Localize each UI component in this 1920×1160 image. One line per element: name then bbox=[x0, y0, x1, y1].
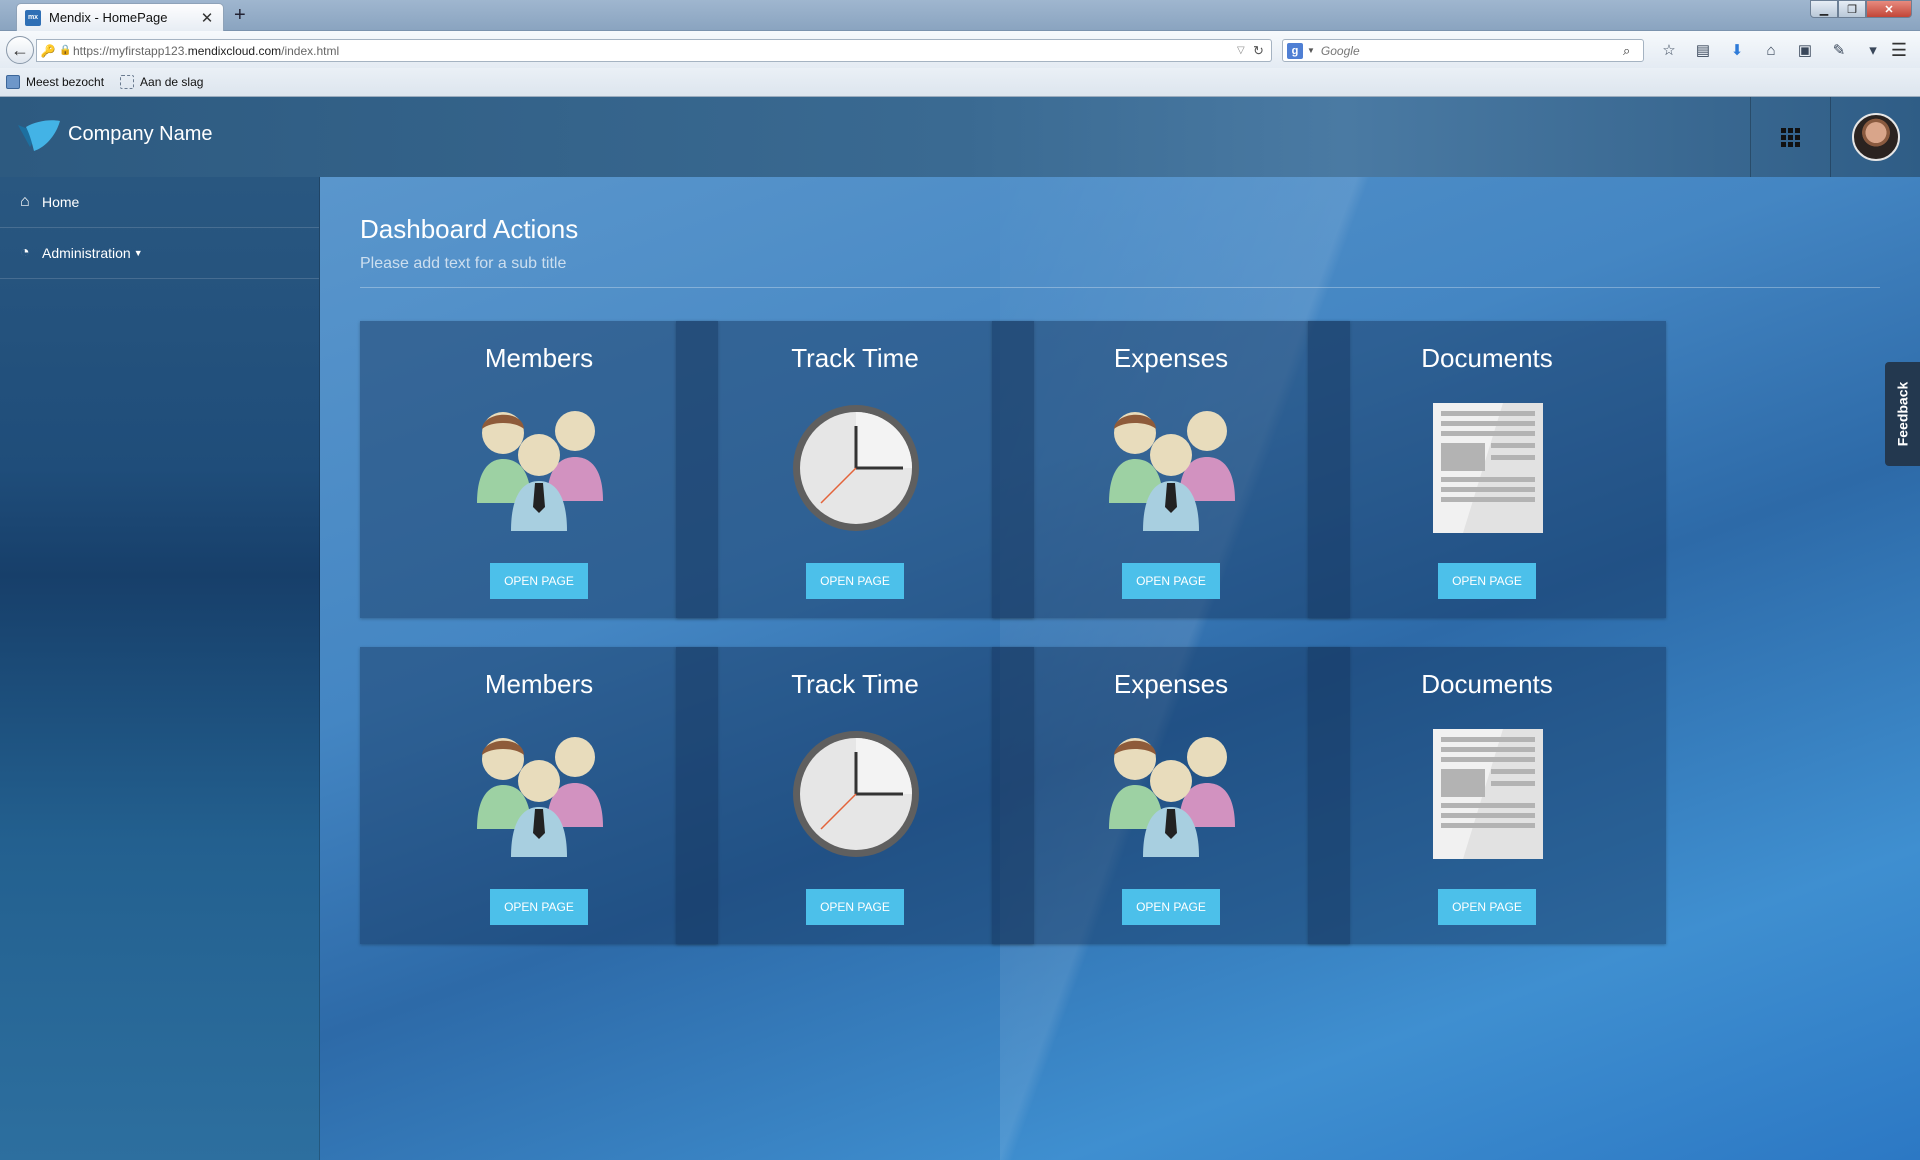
page-subtitle: Please add text for a sub title bbox=[360, 255, 567, 272]
new-tab-button[interactable]: + bbox=[234, 4, 246, 27]
browser-tab[interactable]: mx Mendix - HomePage ✕ bbox=[16, 3, 224, 31]
sidebar-item-label: Home bbox=[42, 194, 80, 210]
search-bar[interactable]: g ▼ Google ⌕ bbox=[1282, 39, 1644, 62]
open-page-button[interactable]: OPEN PAGE bbox=[1438, 563, 1536, 599]
card-title: Track Time bbox=[791, 343, 919, 373]
open-page-button[interactable]: OPEN PAGE bbox=[806, 563, 904, 599]
open-page-button[interactable]: OPEN PAGE bbox=[1122, 563, 1220, 599]
clock-icon bbox=[793, 405, 919, 531]
open-page-button[interactable]: OPEN PAGE bbox=[1122, 889, 1220, 925]
bookmarks-bar: Meest bezocht Aan de slag bbox=[0, 68, 1920, 97]
mendix-favicon-icon: mx bbox=[25, 9, 41, 26]
google-engine-icon[interactable]: g bbox=[1287, 42, 1303, 59]
bookmarks-list-icon[interactable]: ▤ bbox=[1686, 39, 1720, 61]
apps-grid-icon bbox=[1781, 127, 1800, 147]
download-icon[interactable]: ⬇ bbox=[1720, 39, 1754, 61]
card-track-time: Track Time OPEN PAGE bbox=[676, 321, 1034, 618]
card-title: Documents bbox=[1421, 343, 1553, 373]
card-title: Expenses bbox=[1113, 669, 1229, 699]
close-window-button[interactable]: ✕ bbox=[1866, 0, 1912, 18]
minimize-button[interactable]: ▁ bbox=[1810, 0, 1838, 18]
users-icon bbox=[1109, 737, 1235, 857]
back-arrow-icon: ← bbox=[11, 39, 29, 60]
card-members: Members OPEN PAGE bbox=[360, 321, 718, 618]
feedback-tab[interactable]: Feedback bbox=[1885, 362, 1920, 466]
addon-icon[interactable]: ✎ bbox=[1822, 39, 1856, 61]
home-browser-icon[interactable]: ⌂ bbox=[1754, 39, 1788, 61]
browser-tab-strip: mx Mendix - HomePage ✕ + ▁ ❐ ✕ bbox=[0, 0, 1920, 31]
background-sheen bbox=[1000, 97, 1900, 1160]
card-title: Documents bbox=[1421, 669, 1553, 699]
feedback-label: Feedback bbox=[1894, 381, 1911, 447]
address-bar[interactable]: 🔑 🔒 https://myfirstapp123.mendixcloud.co… bbox=[36, 39, 1272, 62]
users-icon bbox=[1109, 411, 1235, 531]
extension-icon[interactable]: ▣ bbox=[1788, 39, 1822, 61]
mendix-app: Company Name ⌂ Home ◔ Administration ▼ D… bbox=[0, 97, 1920, 1160]
users-icon bbox=[477, 411, 603, 531]
card-documents: Documents OPEN PAGE bbox=[1308, 647, 1666, 944]
clock-icon bbox=[793, 731, 919, 857]
card-expenses: Expenses OPEN PAGE bbox=[992, 321, 1350, 618]
bookmark-getting-started[interactable]: Aan de slag bbox=[120, 75, 203, 89]
bookmark-label: Meest bezocht bbox=[26, 75, 105, 89]
bookmark-label: Aan de slag bbox=[140, 75, 204, 89]
card-members: Members OPEN PAGE bbox=[360, 647, 718, 944]
sidebar: ⌂ Home ◔ Administration ▼ bbox=[0, 177, 320, 1160]
app-header: Company Name bbox=[0, 97, 1920, 177]
lock-icon: 🔒 bbox=[59, 45, 72, 56]
bookmark-star-icon[interactable]: ☆ bbox=[1652, 39, 1686, 61]
maximize-button[interactable]: ❐ bbox=[1838, 0, 1866, 18]
card-expenses: Expenses OPEN PAGE bbox=[992, 647, 1350, 944]
open-page-button[interactable]: OPEN PAGE bbox=[806, 889, 904, 925]
home-icon: ⌂ bbox=[20, 193, 30, 210]
page-title: Dashboard Actions bbox=[360, 214, 579, 244]
card-track-time: Track Time OPEN PAGE bbox=[676, 647, 1034, 944]
sidebar-item-administration[interactable]: ◔ Administration ▼ bbox=[0, 228, 319, 279]
card-documents: Documents OPEN PAGE bbox=[1308, 321, 1666, 618]
bookmark-folder-icon bbox=[6, 75, 20, 89]
browser-navigation-bar: ← 🔑 🔒 https://myfirstapp123.mendixcloud.… bbox=[0, 31, 1920, 68]
document-icon bbox=[1433, 403, 1543, 533]
app-switcher-button[interactable] bbox=[1750, 97, 1830, 177]
avatar bbox=[1851, 113, 1900, 161]
chevron-down-icon: ▼ bbox=[133, 248, 143, 258]
reload-icon[interactable]: ↻ bbox=[1253, 43, 1271, 59]
sidebar-item-label: Administration bbox=[42, 245, 131, 261]
tab-close-icon[interactable]: ✕ bbox=[199, 9, 215, 27]
window-controls: ▁ ❐ ✕ bbox=[1810, 0, 1912, 18]
url-path: /index.html bbox=[281, 43, 340, 58]
sidebar-item-home[interactable]: ⌂ Home bbox=[0, 177, 319, 228]
search-icon[interactable]: ⌕ bbox=[1623, 43, 1643, 59]
url-host-prefix: https://myfirstapp123. bbox=[73, 43, 188, 58]
bookmark-page-icon bbox=[120, 75, 135, 89]
engine-dropdown-icon[interactable]: ▼ bbox=[1307, 46, 1315, 55]
card-title: Members bbox=[484, 343, 594, 373]
site-identity-icon[interactable]: 🔑 bbox=[37, 44, 59, 58]
card-title: Members bbox=[484, 669, 594, 699]
user-profile-button[interactable] bbox=[1830, 97, 1920, 177]
url-domain: mendixcloud.com bbox=[187, 43, 282, 58]
company-name[interactable]: Company Name bbox=[68, 123, 213, 146]
browser-menu-icon[interactable]: ☰ bbox=[1888, 40, 1910, 60]
open-page-button[interactable]: OPEN PAGE bbox=[490, 889, 588, 925]
open-page-button[interactable]: OPEN PAGE bbox=[1438, 889, 1536, 925]
card-title: Expenses bbox=[1113, 343, 1229, 373]
gauge-icon: ◔ bbox=[20, 244, 30, 261]
toolbar-dropdown-icon[interactable]: ▾ bbox=[1856, 39, 1890, 61]
tab-title: Mendix - HomePage bbox=[49, 10, 168, 25]
divider bbox=[360, 287, 1880, 288]
browser-toolbar: ☆ ▤ ⬇ ⌂ ▣ ✎ ▾ bbox=[1652, 39, 1890, 61]
url-text[interactable]: https://myfirstapp123.mendixcloud.com/in… bbox=[73, 44, 1237, 58]
company-logo-icon[interactable] bbox=[16, 117, 62, 153]
back-button[interactable]: ← bbox=[6, 36, 34, 64]
card-title: Track Time bbox=[791, 669, 919, 699]
bookmark-most-visited[interactable]: Meest bezocht bbox=[6, 75, 104, 89]
history-dropdown-icon[interactable]: ▽ bbox=[1237, 45, 1253, 56]
users-icon bbox=[477, 737, 603, 857]
search-input[interactable]: Google bbox=[1321, 44, 1623, 58]
document-icon bbox=[1433, 729, 1543, 859]
open-page-button[interactable]: OPEN PAGE bbox=[490, 563, 588, 599]
